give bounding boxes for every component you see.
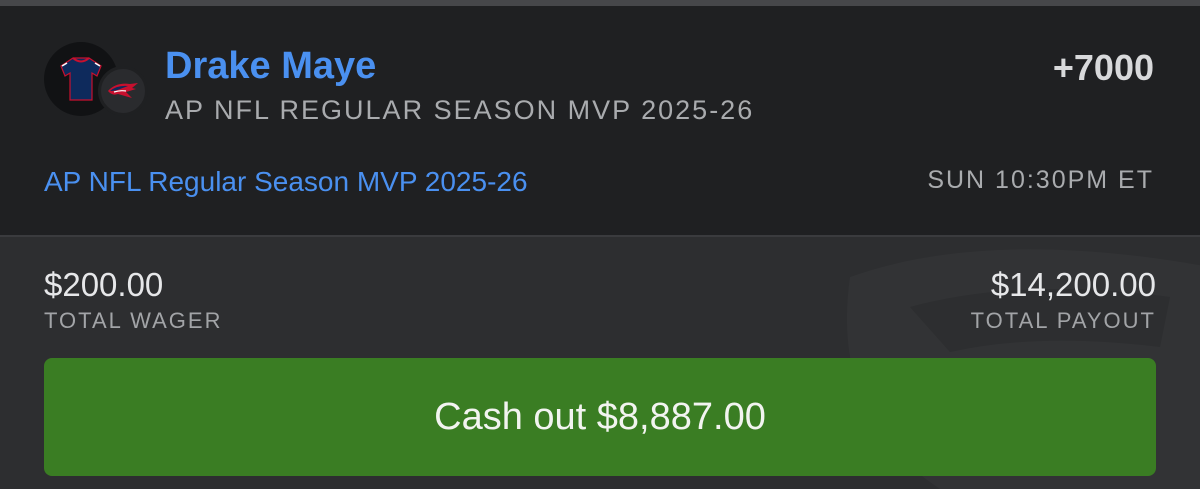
market-subtitle: AP NFL REGULAR SEASON MVP 2025-26	[165, 95, 755, 125]
total-wager-label: TOTAL WAGER	[44, 308, 223, 333]
team-badge	[98, 66, 148, 116]
odds-value: +7000	[1052, 47, 1154, 88]
patriots-logo-icon	[108, 83, 138, 98]
total-payout-label: TOTAL PAYOUT	[970, 308, 1156, 333]
total-payout-amount: $14,200.00	[990, 266, 1156, 303]
event-time: SUN 10:30PM ET	[927, 166, 1154, 194]
total-wager-amount: $200.00	[44, 266, 164, 303]
cash-out-label: Cash out $8,887.00	[434, 395, 766, 438]
bet-card: Drake Maye AP NFL REGULAR SEASON MVP 202…	[0, 0, 1200, 489]
event-link[interactable]: AP NFL Regular Season MVP 2025-26	[44, 164, 528, 200]
cash-out-button[interactable]: Cash out $8,887.00	[44, 358, 1156, 476]
player-name[interactable]: Drake Maye	[165, 42, 376, 90]
jersey-icon	[60, 57, 102, 101]
